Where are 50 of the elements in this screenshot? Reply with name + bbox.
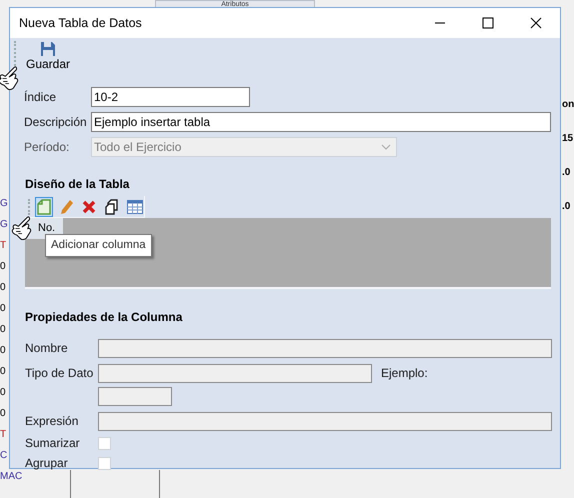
text-field[interactable]: 10-2 [91,87,250,107]
background-cell: 15 [562,132,574,146]
section-title: Diseño de la Tabla [25,177,130,191]
field-label: Ejemplo: [381,365,428,382]
save-button[interactable]: Guardar [26,41,70,71]
page-icon [36,198,51,214]
background-cell: on [562,98,574,112]
field-label: Tipo de Dato [25,365,94,382]
background-cell-text: 0 [0,323,6,337]
background-cell-text: .0 [562,166,572,180]
background-cell-text: G [0,197,8,211]
background-cell-text: 0 [0,344,6,358]
field-label: Período: [24,139,70,156]
close-icon[interactable] [530,17,542,29]
background-cell-text: 0 [0,407,6,421]
window-title: Nueva Tabla de Datos [19,14,142,32]
maximize-icon[interactable] [482,17,494,29]
chevron-down-icon [381,144,391,150]
background-cell-text: C [0,449,8,463]
section-title: Propiedades de la Columna [25,310,182,324]
background-cell-text: .0 [562,200,572,214]
background-cell-text: 0 [0,365,6,379]
field-label: Nombre [25,340,69,357]
background-cell-text: G [0,218,8,232]
background-cell-text: 0 [0,281,6,295]
background-cell-text: 0 [0,386,6,400]
field-label: Índice [24,89,58,106]
checkbox-label: Agrupar [25,457,69,470]
period-select: Todo el Ejercicio [91,137,397,157]
text-field[interactable]: Ejemplo insertar tabla [91,112,551,132]
grip-handle[interactable] [28,198,30,214]
background-cell-text: T [0,428,6,442]
background-cell-text: T [0,239,6,253]
background-cell-text: MAC [0,470,22,484]
field-label: Expresión [25,413,80,430]
expression-field[interactable] [98,412,552,431]
checkbox[interactable] [98,457,111,470]
checkbox-label: Sumarizar [25,437,81,450]
background-cell-text: 0 [0,260,6,274]
name-field[interactable] [98,339,552,358]
background-cell-text: 0 [0,302,6,316]
copy-icon [105,198,120,214]
example-field[interactable] [98,387,172,406]
data-type-field[interactable] [98,364,372,383]
field-label: Descripción [24,114,88,131]
tooltip: Adicionar columna [45,234,152,258]
checkbox[interactable] [98,437,111,450]
pencil-icon [60,198,74,214]
delete-icon [82,200,96,214]
hand-cursor-icon [0,66,20,91]
